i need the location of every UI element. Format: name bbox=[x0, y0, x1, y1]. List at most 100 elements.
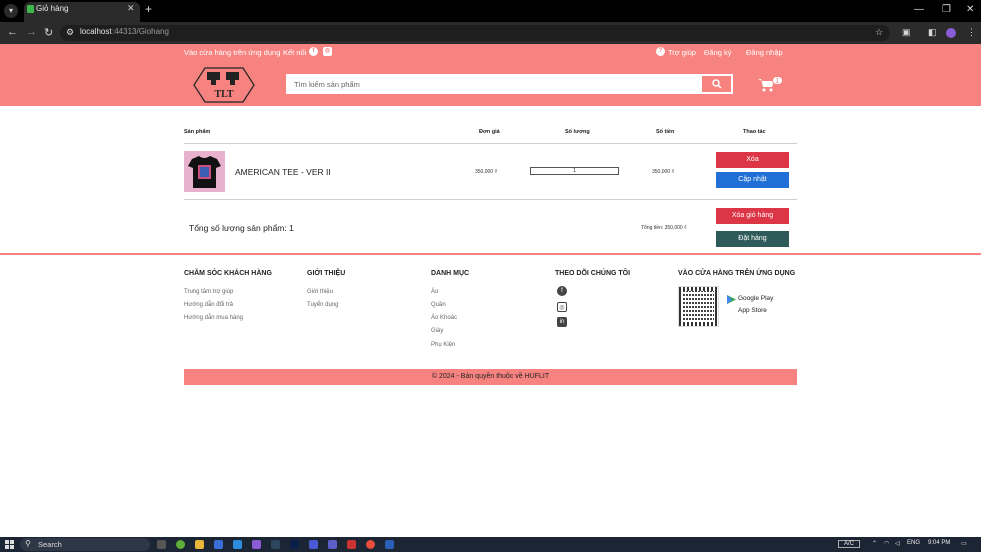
google-play-icon bbox=[727, 295, 736, 304]
steam-icon[interactable] bbox=[271, 540, 280, 549]
teams-icon[interactable] bbox=[328, 540, 337, 549]
total-amount: Tổng tiền: 350,000 ₫ bbox=[641, 225, 687, 231]
discord-icon[interactable] bbox=[309, 540, 318, 549]
minimize-icon[interactable]: — bbox=[914, 4, 924, 15]
reload-icon[interactable]: ↻ bbox=[44, 26, 53, 39]
footer-link[interactable]: Trung tâm trợ giúp bbox=[184, 289, 233, 295]
wifi-icon[interactable]: ◠ bbox=[884, 540, 889, 547]
footer-app-title: VÀO CỬA HÀNG TRÊN ỨNG DỤNG bbox=[678, 270, 796, 277]
language-indicator[interactable]: ENG bbox=[907, 540, 920, 546]
ac-indicator[interactable]: A/C bbox=[838, 540, 861, 548]
search-button[interactable] bbox=[700, 74, 733, 94]
copyright-text: © 2024 - Bản quyền thuộc về HUFLIT bbox=[431, 373, 550, 380]
facebook-icon[interactable]: f bbox=[309, 47, 318, 56]
browser-tab-bar: ▾ Giỏ hàng ✕ + — ❐ ✕ bbox=[0, 0, 981, 22]
browser-app-icon[interactable] bbox=[214, 540, 223, 549]
col-total-header: Số tiền bbox=[656, 129, 675, 135]
extensions-icon[interactable]: ▣ bbox=[902, 27, 911, 38]
col-price-header: Đơn giá bbox=[479, 129, 500, 135]
footer-link[interactable]: Giày bbox=[431, 328, 443, 334]
footer-customer-care-title: CHĂM SÓC KHÁCH HÀNG bbox=[184, 270, 272, 277]
tab-title: Giỏ hàng bbox=[36, 4, 69, 13]
logo-text: TLT bbox=[214, 89, 233, 100]
volume-icon[interactable]: ◁ bbox=[895, 540, 900, 547]
url-path[interactable]: :44313/Giohang bbox=[112, 27, 169, 36]
side-panel-icon[interactable]: ◧ bbox=[928, 27, 937, 38]
forward-arrow-icon[interactable]: → bbox=[26, 26, 37, 38]
footer-link[interactable]: Quần bbox=[431, 302, 446, 308]
qr-code-image bbox=[678, 286, 719, 327]
clear-cart-button[interactable]: Xóa giỏ hàng bbox=[716, 208, 789, 224]
app-icon[interactable] bbox=[347, 540, 356, 549]
chrome-icon[interactable] bbox=[366, 540, 375, 549]
facebook-icon[interactable]: f bbox=[557, 286, 567, 296]
app-store-link[interactable]: Vào cửa hàng trên ứng dụng bbox=[184, 48, 280, 57]
linkedin-icon[interactable]: in bbox=[557, 317, 567, 327]
footer-link[interactable]: Áo bbox=[431, 289, 438, 295]
tab-favicon-icon bbox=[27, 5, 34, 13]
url-field[interactable] bbox=[60, 25, 890, 41]
photoshop-icon[interactable] bbox=[290, 540, 299, 549]
word-icon[interactable] bbox=[385, 540, 394, 549]
footer-link[interactable]: Hướng dẫn mua hàng bbox=[184, 315, 243, 321]
app-store-link[interactable]: App Store bbox=[738, 307, 767, 314]
footer-link[interactable]: Tuyển dụng bbox=[307, 302, 338, 308]
tray-chevron-icon[interactable]: ⌃ bbox=[872, 540, 877, 547]
col-product-header: Sản phẩm bbox=[184, 129, 211, 135]
footer-link[interactable]: Áo Khoác bbox=[431, 315, 457, 321]
site-logo[interactable]: TLT bbox=[193, 66, 255, 104]
product-name[interactable]: AMERICAN TEE - VER II bbox=[235, 167, 331, 177]
browser-menu-icon[interactable]: ⋮ bbox=[967, 27, 976, 38]
footer-link[interactable]: Phụ Kiện bbox=[431, 342, 455, 348]
footer-follow-title: THEO DÕI CHÚNG TÔI bbox=[555, 270, 631, 277]
maximize-icon[interactable]: ❐ bbox=[942, 4, 951, 15]
help-icon[interactable]: ? bbox=[656, 47, 665, 56]
place-order-button[interactable]: Đặt hàng bbox=[716, 231, 789, 247]
profile-avatar[interactable] bbox=[946, 28, 956, 38]
footer-categories-title: DANH MỤC bbox=[431, 270, 470, 277]
login-link[interactable]: Đăng nhập bbox=[746, 48, 783, 57]
table-divider bbox=[184, 143, 797, 144]
footer-link[interactable]: Hướng dẫn đổi trả bbox=[184, 302, 233, 308]
help-link[interactable]: Trợ giúp bbox=[668, 48, 696, 57]
delete-item-button[interactable]: Xóa bbox=[716, 152, 789, 168]
task-view-icon[interactable] bbox=[157, 540, 166, 549]
row-total: 350,000 ₫ bbox=[652, 169, 675, 175]
new-tab-button[interactable]: + bbox=[145, 2, 152, 16]
windows-start-icon[interactable] bbox=[5, 540, 14, 549]
col-actions-header: Thao tác bbox=[743, 129, 766, 135]
footer-about-title: GIỚI THIỆU bbox=[307, 270, 346, 277]
window-close-icon[interactable]: ✕ bbox=[966, 4, 974, 15]
instagram-icon[interactable]: ◎ bbox=[557, 302, 567, 312]
notification-icon[interactable]: ▭ bbox=[961, 540, 967, 547]
tab-close-icon[interactable]: ✕ bbox=[127, 3, 135, 14]
site-info-icon[interactable]: ⚙ bbox=[66, 27, 74, 38]
copyright-bar: © 2024 - Bản quyền thuộc về HUFLIT bbox=[184, 369, 797, 385]
update-item-button[interactable]: Cập nhật bbox=[716, 172, 789, 188]
footer-link[interactable]: Giới thiệu bbox=[307, 289, 333, 295]
back-arrow-icon[interactable]: ← bbox=[7, 26, 18, 38]
search-input[interactable] bbox=[286, 74, 700, 94]
vscode-icon[interactable] bbox=[233, 540, 242, 549]
footer-divider bbox=[0, 253, 981, 255]
cart-count-badge: 1 bbox=[772, 76, 783, 85]
product-image[interactable] bbox=[184, 151, 225, 192]
quantity-input[interactable]: 1 bbox=[530, 167, 619, 175]
google-play-link[interactable]: Google Play bbox=[738, 295, 773, 302]
clock[interactable]: 9:04 PM bbox=[928, 540, 950, 546]
product-price: 350,000 ₫ bbox=[475, 169, 498, 175]
visual-studio-icon[interactable] bbox=[252, 540, 261, 549]
search-icon: ⚲ bbox=[25, 539, 31, 548]
tshirt-image bbox=[188, 156, 221, 188]
taskbar-search-label: Search bbox=[38, 540, 62, 549]
search-icon bbox=[711, 79, 722, 89]
register-link[interactable]: Đăng ký bbox=[704, 48, 732, 57]
tab-search-chevron-icon[interactable]: ▾ bbox=[4, 4, 18, 18]
file-explorer-icon[interactable] bbox=[195, 540, 204, 549]
chat-app-icon[interactable] bbox=[176, 540, 185, 549]
url-host[interactable]: localhost bbox=[80, 27, 112, 36]
total-quantity: Tổng số lượng sản phẩm: 1 bbox=[189, 223, 294, 233]
instagram-icon[interactable]: ◎ bbox=[323, 47, 332, 56]
table-divider bbox=[184, 199, 797, 200]
bookmark-star-icon[interactable]: ☆ bbox=[875, 27, 883, 38]
